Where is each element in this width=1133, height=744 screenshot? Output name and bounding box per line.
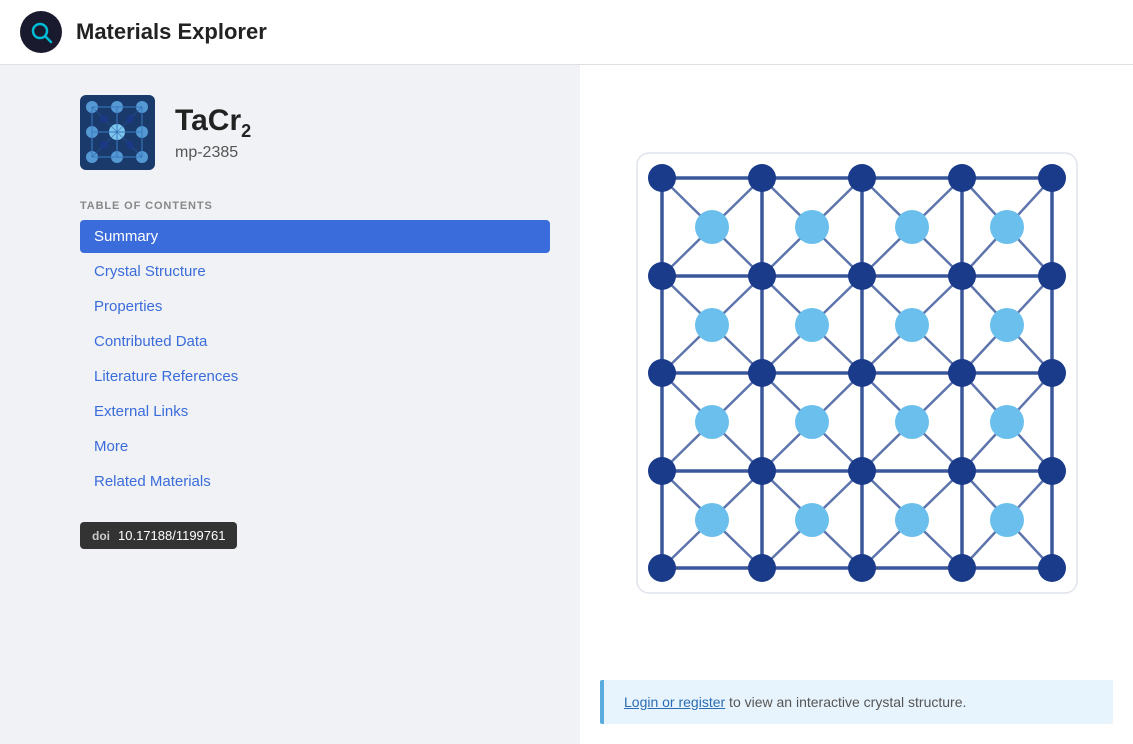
toc-list: Summary Crystal Structure Properties Con… bbox=[80, 220, 550, 498]
material-formula: TaCr2 bbox=[175, 103, 251, 143]
right-panel: Login or register to view an interactive… bbox=[580, 65, 1133, 744]
crystal-image-container bbox=[612, 128, 1102, 618]
crystal-notice: Login or register to view an interactive… bbox=[600, 680, 1113, 724]
toc-item-more[interactable]: More bbox=[80, 430, 550, 463]
toc-link-crystal-structure[interactable]: Crystal Structure bbox=[80, 255, 550, 288]
toc-item-summary[interactable]: Summary bbox=[80, 220, 550, 253]
thumbnail-crystal-icon bbox=[80, 95, 155, 170]
doi-badge[interactable]: doi 10.17188/1199761 bbox=[80, 522, 237, 549]
crystal-notice-text: to view an interactive crystal structure… bbox=[725, 694, 966, 710]
toc-link-external-links[interactable]: External Links bbox=[80, 395, 550, 428]
login-register-link[interactable]: Login or register bbox=[624, 694, 725, 710]
crystal-structure-visualization bbox=[612, 128, 1102, 618]
main-layout: TaCr2 mp-2385 TABLE OF CONTENTS Summary … bbox=[0, 65, 1133, 744]
material-header: TaCr2 mp-2385 bbox=[80, 95, 550, 170]
toc-item-crystal-structure[interactable]: Crystal Structure bbox=[80, 255, 550, 288]
app-title: Materials Explorer bbox=[76, 19, 267, 45]
toc-link-contributed-data[interactable]: Contributed Data bbox=[80, 325, 550, 358]
toc-link-properties[interactable]: Properties bbox=[80, 290, 550, 323]
toc-link-related-materials[interactable]: Related Materials bbox=[80, 465, 550, 498]
toc-item-external-links[interactable]: External Links bbox=[80, 395, 550, 428]
app-header: Materials Explorer bbox=[0, 0, 1133, 65]
toc-link-literature-references[interactable]: Literature References bbox=[80, 360, 550, 393]
sidebar: TaCr2 mp-2385 TABLE OF CONTENTS Summary … bbox=[0, 65, 580, 744]
toc-link-more[interactable]: More bbox=[80, 430, 550, 463]
search-icon bbox=[29, 20, 53, 44]
formula-subscript: 2 bbox=[241, 121, 251, 141]
toc-label: TABLE OF CONTENTS bbox=[80, 200, 550, 212]
toc-item-properties[interactable]: Properties bbox=[80, 290, 550, 323]
doi-value: 10.17188/1199761 bbox=[118, 528, 225, 543]
material-thumbnail bbox=[80, 95, 155, 170]
doi-label: doi bbox=[92, 529, 110, 543]
app-logo[interactable] bbox=[20, 11, 62, 53]
crystal-view bbox=[580, 65, 1133, 680]
toc-item-related-materials[interactable]: Related Materials bbox=[80, 465, 550, 498]
material-id: mp-2385 bbox=[175, 144, 251, 162]
toc-item-literature-references[interactable]: Literature References bbox=[80, 360, 550, 393]
toc-link-summary[interactable]: Summary bbox=[80, 220, 550, 253]
toc-item-contributed-data[interactable]: Contributed Data bbox=[80, 325, 550, 358]
material-info: TaCr2 mp-2385 bbox=[175, 103, 251, 163]
